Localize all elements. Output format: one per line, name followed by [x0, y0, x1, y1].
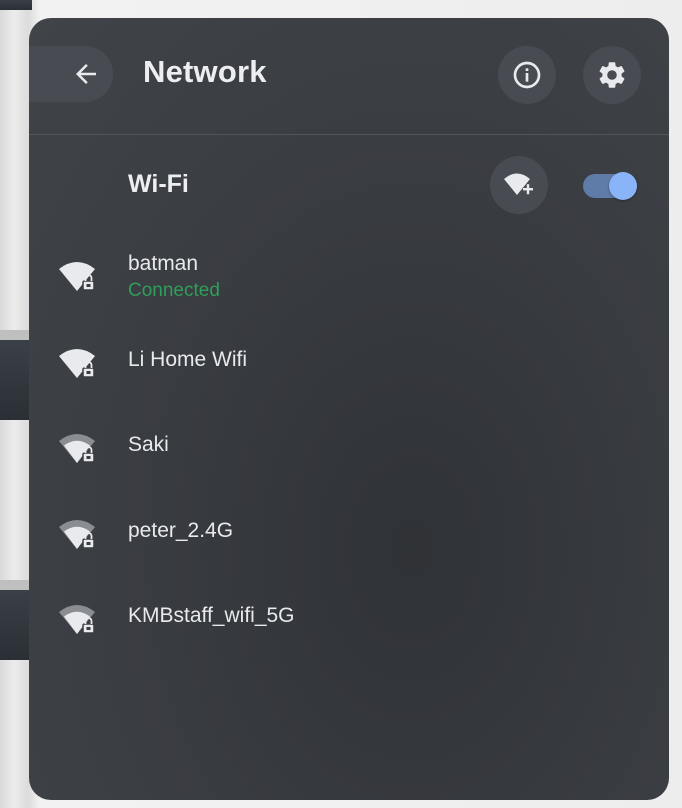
network-name: peter_2.4G	[128, 519, 234, 542]
page-title: Network	[143, 54, 267, 89]
network-item-li-home-wifi[interactable]: Li Home Wifi	[29, 328, 669, 398]
network-item-peter-2-4g[interactable]: peter_2.4G	[29, 499, 669, 569]
wifi-lock-icon	[59, 434, 95, 463]
network-name: KMBstaff_wifi_5G	[128, 604, 295, 627]
wifi-toggle[interactable]	[583, 172, 637, 200]
back-button[interactable]	[29, 46, 113, 102]
wifi-add-icon	[504, 173, 533, 195]
info-button[interactable]	[498, 46, 556, 104]
wifi-label: Wi-Fi	[128, 170, 189, 198]
wifi-lock-icon	[59, 349, 95, 378]
network-item-kmbstaff-wifi-5g[interactable]: KMBstaff_wifi_5G	[29, 584, 669, 654]
gear-icon	[599, 62, 625, 88]
network-name: Li Home Wifi	[128, 348, 248, 371]
network-name: Saki	[128, 433, 169, 456]
arrow-left-icon	[76, 64, 96, 84]
network-item-batman[interactable]	[29, 244, 669, 314]
wifi-lock-icon	[59, 262, 95, 291]
wifi-lock-icon	[59, 605, 95, 634]
network-item-saki[interactable]: Saki	[29, 413, 669, 483]
add-network-button[interactable]	[490, 156, 548, 214]
wifi-header-row: Wi-Fi	[29, 156, 669, 214]
toggle-knob	[609, 172, 637, 200]
network-panel: Network Wi-Fi batman Connected Li Home W…	[29, 18, 669, 800]
network-name-batman: batman	[128, 252, 199, 275]
wifi-lock-icon	[59, 520, 95, 549]
settings-button[interactable]	[583, 46, 641, 104]
network-status-connected: Connected	[128, 280, 220, 301]
info-icon	[513, 61, 541, 89]
panel-header: Network	[29, 18, 669, 135]
